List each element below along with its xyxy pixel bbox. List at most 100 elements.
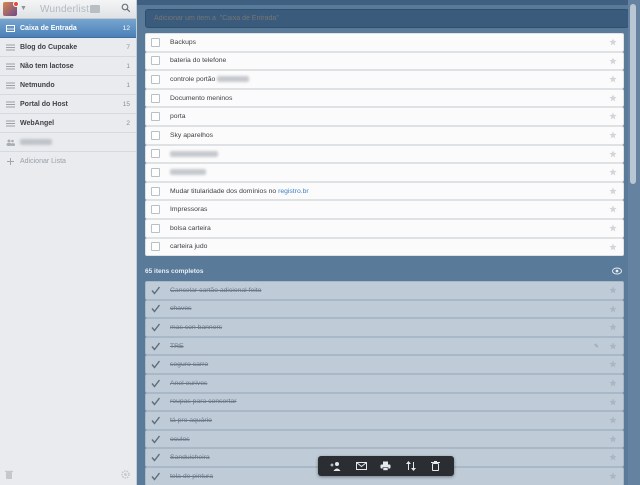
sidebar-item-nao-tem-lactose[interactable]: Não tem lactose 1 [0, 57, 136, 76]
print-list-button[interactable] [379, 460, 393, 472]
scrollbar[interactable] [628, 0, 640, 485]
star-icon[interactable] [609, 379, 617, 387]
star-icon[interactable] [609, 242, 617, 251]
task-row[interactable]: controle portão [145, 70, 624, 89]
task-row[interactable]: bateria do telefone [145, 51, 624, 71]
completed-task-row[interactable]: seguro carro [145, 355, 624, 374]
task-label[interactable]: Anel ourives [170, 380, 623, 387]
checkmark-icon[interactable] [151, 397, 160, 406]
delete-list-button[interactable] [429, 460, 443, 472]
task-checkbox[interactable] [151, 56, 160, 66]
task-label[interactable]: bateria do telefone [170, 57, 623, 64]
completed-task-row[interactable]: Anel ourives [145, 373, 624, 393]
task-label[interactable]: bolsa carteira [170, 225, 623, 232]
task-label[interactable]: mas con banners [170, 324, 623, 331]
share-list-button[interactable] [329, 460, 343, 472]
checkmark-icon[interactable] [151, 453, 160, 462]
task-row[interactable]: carteira judo [145, 237, 624, 257]
add-item-input[interactable] [145, 9, 629, 28]
checkmark-icon[interactable] [151, 360, 160, 369]
task-label[interactable]: controle portão [170, 76, 623, 83]
task-checkbox[interactable] [151, 74, 160, 84]
task-row[interactable]: Mudar titularidade dos domínios no regis… [145, 181, 624, 201]
sidebar-item-netmundo[interactable]: Netmundo 1 [0, 76, 136, 95]
star-icon[interactable] [609, 94, 617, 102]
task-row[interactable]: Backups [145, 33, 624, 52]
task-checkbox[interactable] [151, 167, 160, 177]
task-checkbox[interactable] [151, 130, 160, 140]
star-icon[interactable] [609, 453, 617, 461]
task-checkbox[interactable] [151, 205, 160, 215]
email-list-button[interactable] [354, 460, 368, 472]
checkmark-icon[interactable] [151, 323, 160, 332]
completed-task-row[interactable]: oculos [145, 429, 624, 449]
task-row[interactable] [145, 163, 624, 182]
edit-icon[interactable]: ✎ [594, 343, 599, 350]
sidebar-item-blog-do-cupcake[interactable]: Blog do Cupcake 7 [0, 38, 136, 57]
sidebar-item-shared-list[interactable] [0, 133, 136, 152]
task-label[interactable]: Impressoras [170, 206, 623, 213]
completed-task-row[interactable]: roupas para consertar [145, 392, 624, 412]
task-label[interactable]: porta [170, 113, 623, 120]
star-icon[interactable] [609, 168, 617, 176]
sidebar-item-caixa-de-entrada[interactable]: Caixa de Entrada 12 [0, 19, 136, 38]
sidebar-item-portal-do-host[interactable]: Portal do Host 15 [0, 95, 136, 114]
checkmark-icon[interactable] [151, 379, 160, 388]
task-label[interactable]: oculos [170, 436, 623, 443]
task-label[interactable] [170, 169, 623, 176]
task-row[interactable]: Documento meninos [145, 88, 624, 108]
completed-task-row[interactable]: chaves [145, 299, 624, 319]
task-label[interactable]: carteira judo [170, 243, 623, 250]
completed-task-row[interactable]: TRE ✎ [145, 336, 624, 356]
star-icon[interactable] [609, 323, 617, 331]
chevron-down-icon[interactable]: ▼ [20, 5, 27, 12]
star-icon[interactable] [609, 304, 617, 313]
gear-icon[interactable] [121, 470, 130, 479]
star-icon[interactable] [609, 75, 617, 83]
task-label[interactable]: TRE [170, 343, 623, 350]
checkmark-icon[interactable] [151, 435, 160, 444]
star-icon[interactable] [609, 224, 617, 232]
task-label[interactable]: tá pro aquário [170, 417, 623, 424]
scrollbar-thumb[interactable] [630, 4, 636, 184]
task-checkbox[interactable] [151, 149, 160, 159]
task-checkbox[interactable] [151, 37, 160, 47]
add-list-button[interactable]: Adicionar Lista [0, 152, 136, 171]
star-icon[interactable] [609, 360, 617, 368]
checkmark-icon[interactable] [151, 472, 160, 481]
task-label[interactable]: roupas para consertar [170, 398, 623, 405]
checkmark-icon[interactable] [151, 416, 160, 425]
completed-task-row[interactable]: Cancelar cartão adicional feito [145, 281, 624, 300]
task-checkbox[interactable] [151, 93, 160, 103]
star-icon[interactable] [609, 286, 617, 294]
trash-icon[interactable] [5, 470, 13, 479]
task-row[interactable]: bolsa carteira [145, 218, 624, 238]
completed-task-row[interactable]: tá pro aquário [145, 411, 624, 430]
task-checkbox[interactable] [151, 223, 160, 233]
checkmark-icon[interactable] [151, 286, 160, 295]
task-label[interactable] [170, 150, 623, 157]
star-icon[interactable] [609, 435, 617, 443]
star-icon[interactable] [609, 416, 617, 424]
task-label[interactable]: chaves [170, 305, 623, 312]
completed-header[interactable]: 65 itens completos [145, 266, 624, 278]
task-row[interactable]: porta [145, 107, 624, 126]
task-label[interactable]: Sky aparelhos [170, 132, 623, 139]
task-checkbox[interactable] [151, 242, 160, 252]
star-icon[interactable] [609, 397, 617, 406]
checkmark-icon[interactable] [151, 304, 160, 314]
star-icon[interactable] [609, 205, 617, 213]
task-label[interactable]: Backups [170, 39, 623, 46]
star-icon[interactable] [609, 112, 617, 120]
search-icon[interactable] [121, 3, 131, 13]
task-row[interactable]: Impressoras [145, 200, 624, 219]
task-checkbox[interactable] [151, 186, 160, 196]
star-icon[interactable] [609, 149, 617, 158]
task-row[interactable] [145, 144, 624, 164]
star-icon[interactable] [609, 131, 617, 139]
star-icon[interactable] [609, 56, 617, 65]
sort-list-button[interactable] [404, 460, 418, 472]
sidebar-item-webangel[interactable]: WebAngel 2 [0, 114, 136, 133]
star-icon[interactable] [609, 187, 617, 195]
task-label[interactable]: Mudar titularidade dos domínios no regis… [170, 188, 623, 195]
